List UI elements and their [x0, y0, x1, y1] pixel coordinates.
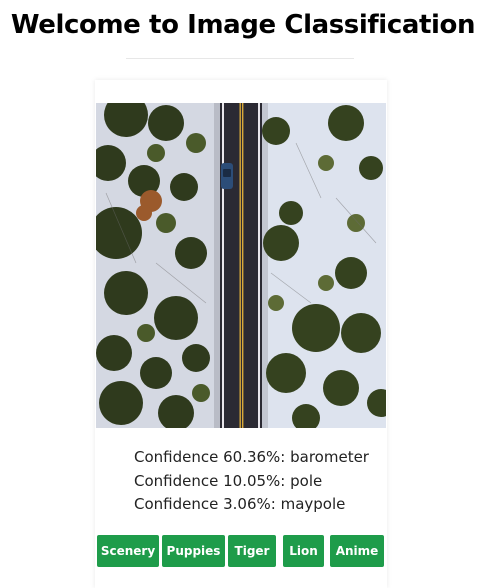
- title-divider: [126, 58, 354, 59]
- prediction-item: Confidence 60.36%: barometer: [134, 448, 369, 466]
- tiger-button[interactable]: Tiger: [228, 535, 276, 567]
- prediction-item: Confidence 10.05%: pole: [134, 471, 323, 490]
- classified-image: [96, 103, 386, 428]
- prediction-item: Confidence 3.06%: maypole: [134, 495, 346, 513]
- category-buttons: Scenery Puppies Tiger Lion Anime: [97, 535, 387, 567]
- scenery-button[interactable]: Scenery: [97, 535, 159, 567]
- anime-button[interactable]: Anime: [330, 535, 384, 567]
- puppies-button[interactable]: Puppies: [162, 535, 225, 567]
- prediction-list: Confidence 60.36%: barometer Confidence …: [134, 446, 374, 517]
- lion-button[interactable]: Lion: [283, 535, 324, 567]
- page-title: Welcome to Image Classification: [10, 10, 476, 40]
- page: Welcome to Image Classification Confiden…: [0, 0, 486, 588]
